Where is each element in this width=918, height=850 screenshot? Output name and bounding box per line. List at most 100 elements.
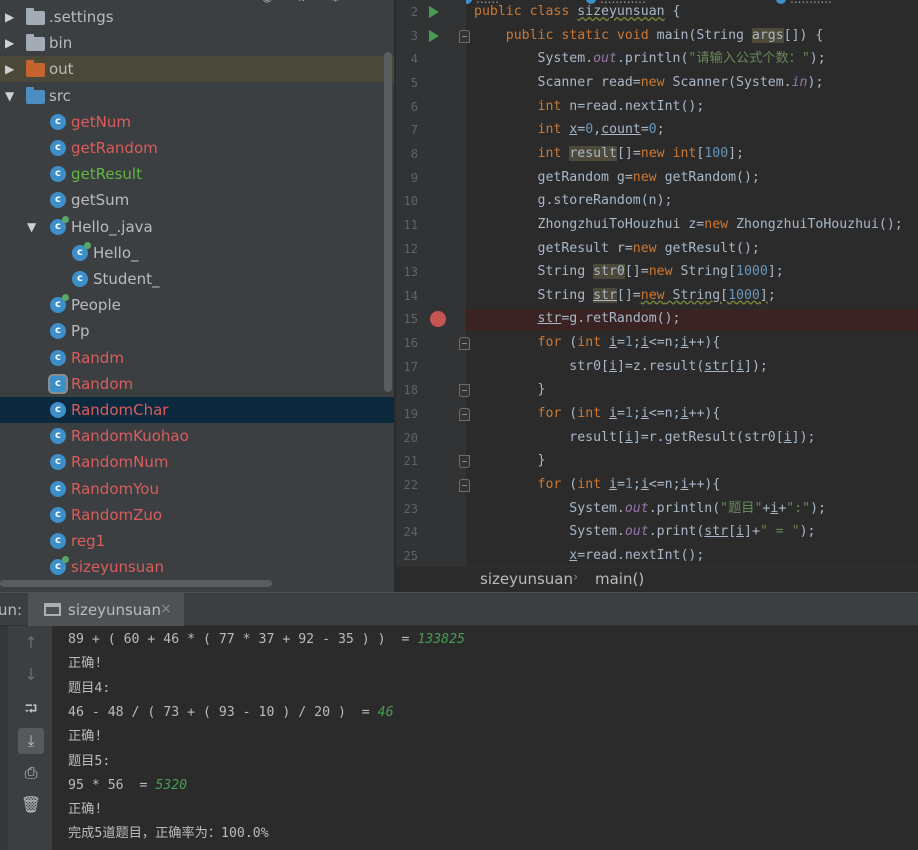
code-line[interactable]: x=read.nextInt(); [474, 545, 704, 566]
line-number: 18 [403, 383, 418, 398]
expand-arrow-icon[interactable]: ▶ [5, 4, 19, 30]
breadcrumb-method[interactable]: main() [595, 570, 644, 588]
fold-marker-icon[interactable] [459, 384, 470, 398]
console-window-icon [44, 603, 61, 616]
editor-gutter[interactable]: 2 3 4 5 6 7 8 9 10 11 12 13 14 15 16 17 18 19 20 21 22 23 24 25 [396, 0, 470, 566]
tree-item[interactable]: c RandomChar [0, 397, 394, 423]
code-line[interactable]: ZhongzhuiToHouzhui z=new ZhongzhuiToHouz… [474, 214, 903, 236]
fold-marker-icon[interactable] [459, 455, 470, 469]
run-gutter-icon[interactable] [429, 29, 439, 42]
expand-arrow-icon[interactable]: ▶ [5, 30, 19, 56]
java-class-icon: c [50, 428, 66, 445]
code-line[interactable]: str=g.retRandom(); [474, 308, 681, 330]
run-label: un: [0, 601, 23, 619]
collapse-arrow-icon[interactable]: ▼ [5, 83, 19, 109]
console-line: 正确! [68, 725, 102, 749]
code-line[interactable]: System.out.println("请输入公式个数："); [474, 48, 826, 70]
code-line[interactable]: Scanner read=new Scanner(System.in); [474, 72, 824, 94]
tree-item[interactable]: c RandomNum [0, 449, 394, 475]
tree-item[interactable]: ▼ c Hello_.java [0, 214, 394, 240]
tree-item-label: reg1 [71, 532, 106, 550]
tree-item[interactable]: c reg1 [0, 528, 394, 554]
console-user-input: 133825 [417, 632, 465, 647]
code-line[interactable]: String str0[]=new String[1000]; [474, 261, 784, 283]
tree-item[interactable]: c Student_ [0, 266, 394, 292]
tree-item[interactable]: c Random [0, 371, 394, 397]
editor-tab-fragment[interactable]: ........... [776, 0, 832, 6]
code-line[interactable]: for (int i=1;i<=n;i++){ [474, 474, 721, 496]
tree-item-label: RandomZuo [71, 505, 163, 524]
java-class-icon: c [50, 533, 66, 549]
code-line[interactable]: getResult r=new getResult(); [474, 238, 760, 260]
tree-item[interactable]: c RandomYou [0, 476, 394, 502]
tree-item[interactable]: c RandomKuohao [0, 423, 394, 449]
tree-item-label: getRandom [71, 139, 158, 157]
code-line[interactable]: str0[i]=z.result(str[i]); [474, 356, 768, 378]
line-number: 20 [403, 430, 418, 445]
tree-item[interactable]: c Randm [0, 345, 394, 371]
code-line[interactable]: System.out.print(str[i]+" = "); [474, 521, 815, 543]
scroll-up-icon[interactable]: ↑ [18, 630, 44, 656]
tree-item[interactable]: c RandomZuo [0, 502, 394, 528]
code-line[interactable]: g.storeRandom(n); [474, 190, 673, 212]
fold-marker-icon[interactable] [459, 29, 470, 43]
soft-wrap-icon[interactable]: ⮒ [18, 696, 44, 722]
code-line[interactable]: public static void main(String args[]) { [474, 25, 823, 47]
tree-item-label: src [49, 86, 71, 105]
code-line[interactable]: String str[]=new String[1000]; [474, 285, 776, 307]
console-text: 题目4: [68, 680, 111, 696]
code-line[interactable]: } [474, 379, 546, 401]
project-vertical-scrollbar[interactable] [384, 52, 392, 392]
code-line[interactable]: getRandom g=new getRandom(); [474, 167, 760, 189]
breakpoint-icon[interactable] [430, 311, 446, 328]
console-line: 95 * 56 = 5320 [68, 774, 187, 798]
tree-item[interactable]: ▶ bin [0, 30, 394, 56]
code-line[interactable]: result[i]=r.getResult(str0[i]); [474, 427, 815, 449]
tree-item[interactable]: c People [0, 292, 394, 318]
code-line[interactable]: int n=read.nextInt(); [474, 96, 705, 118]
run-toolbar: ↑ ↓ ⮒ ⤓ ⎙ 🗑 [0, 626, 52, 850]
tree-item[interactable]: c sizeyunsuan [0, 554, 394, 580]
console-output[interactable]: 89 + ( 60 + 46 * ( 77 * 37 + 92 - 35 ) )… [52, 626, 918, 850]
collapse-arrow-icon[interactable]: ▼ [27, 214, 41, 240]
tree-item[interactable]: c Pp [0, 318, 394, 344]
run-tab-sizeyunsuan[interactable]: sizeyunsuan × [28, 593, 184, 626]
fold-marker-icon[interactable] [459, 337, 470, 351]
code-line[interactable]: int result[]=new int[100]; [474, 143, 744, 165]
project-horizontal-scrollbar[interactable] [0, 580, 272, 587]
java-class-icon: c [50, 192, 66, 209]
code-line[interactable]: } [474, 450, 546, 472]
scroll-down-icon[interactable]: ↓ [18, 662, 44, 688]
line-number: 16 [403, 336, 418, 351]
java-class-icon: c [50, 375, 66, 392]
code-line[interactable]: for (int i=1;i<=n;i++){ [474, 332, 721, 354]
tree-item[interactable]: c getSum [0, 187, 394, 213]
expand-arrow-icon[interactable]: ▶ [5, 56, 19, 82]
scroll-to-end-icon[interactable]: ⤓ [18, 728, 44, 754]
trash-icon[interactable]: 🗑 [18, 792, 44, 818]
tree-item-label: Randm [71, 348, 124, 367]
tree-item[interactable]: c getRandom [0, 135, 394, 161]
run-gutter-icon[interactable] [429, 6, 439, 18]
tree-item[interactable]: ▶ out [0, 56, 394, 83]
breadcrumb-class[interactable]: sizeyunsuan [480, 570, 573, 588]
tree-item[interactable]: ▼ src [0, 83, 394, 109]
tree-item[interactable]: c getResult [0, 161, 394, 187]
tree-item[interactable]: ▶ .settings [0, 4, 394, 30]
fold-marker-icon[interactable] [459, 479, 470, 492]
print-icon[interactable]: ⎙ [18, 760, 44, 786]
code-line[interactable]: for (int i=1;i<=n;i++){ [474, 403, 721, 425]
code-editor[interactable]: ....... ...... ............ ........... … [396, 0, 918, 566]
tree-item[interactable]: c Hello_ [0, 240, 394, 266]
code-line[interactable]: int x=0,count=0; [474, 119, 665, 141]
console-text: 正确! [68, 656, 103, 672]
fold-marker-icon[interactable] [459, 408, 470, 422]
console-text: 89 + ( 60 + 46 * ( 77 * 37 + 92 - 35 ) )… [68, 632, 418, 647]
code-line[interactable]: System.out.println("题目"+i+":"); [474, 498, 826, 520]
tree-item-label: Pp [71, 322, 90, 341]
tree-item[interactable]: c getNum [0, 109, 394, 135]
java-class-icon: c [50, 506, 66, 523]
close-icon[interactable]: × [160, 601, 172, 617]
code-line[interactable]: public class sizeyunsuan { [474, 1, 680, 23]
line-number: 23 [403, 501, 418, 516]
